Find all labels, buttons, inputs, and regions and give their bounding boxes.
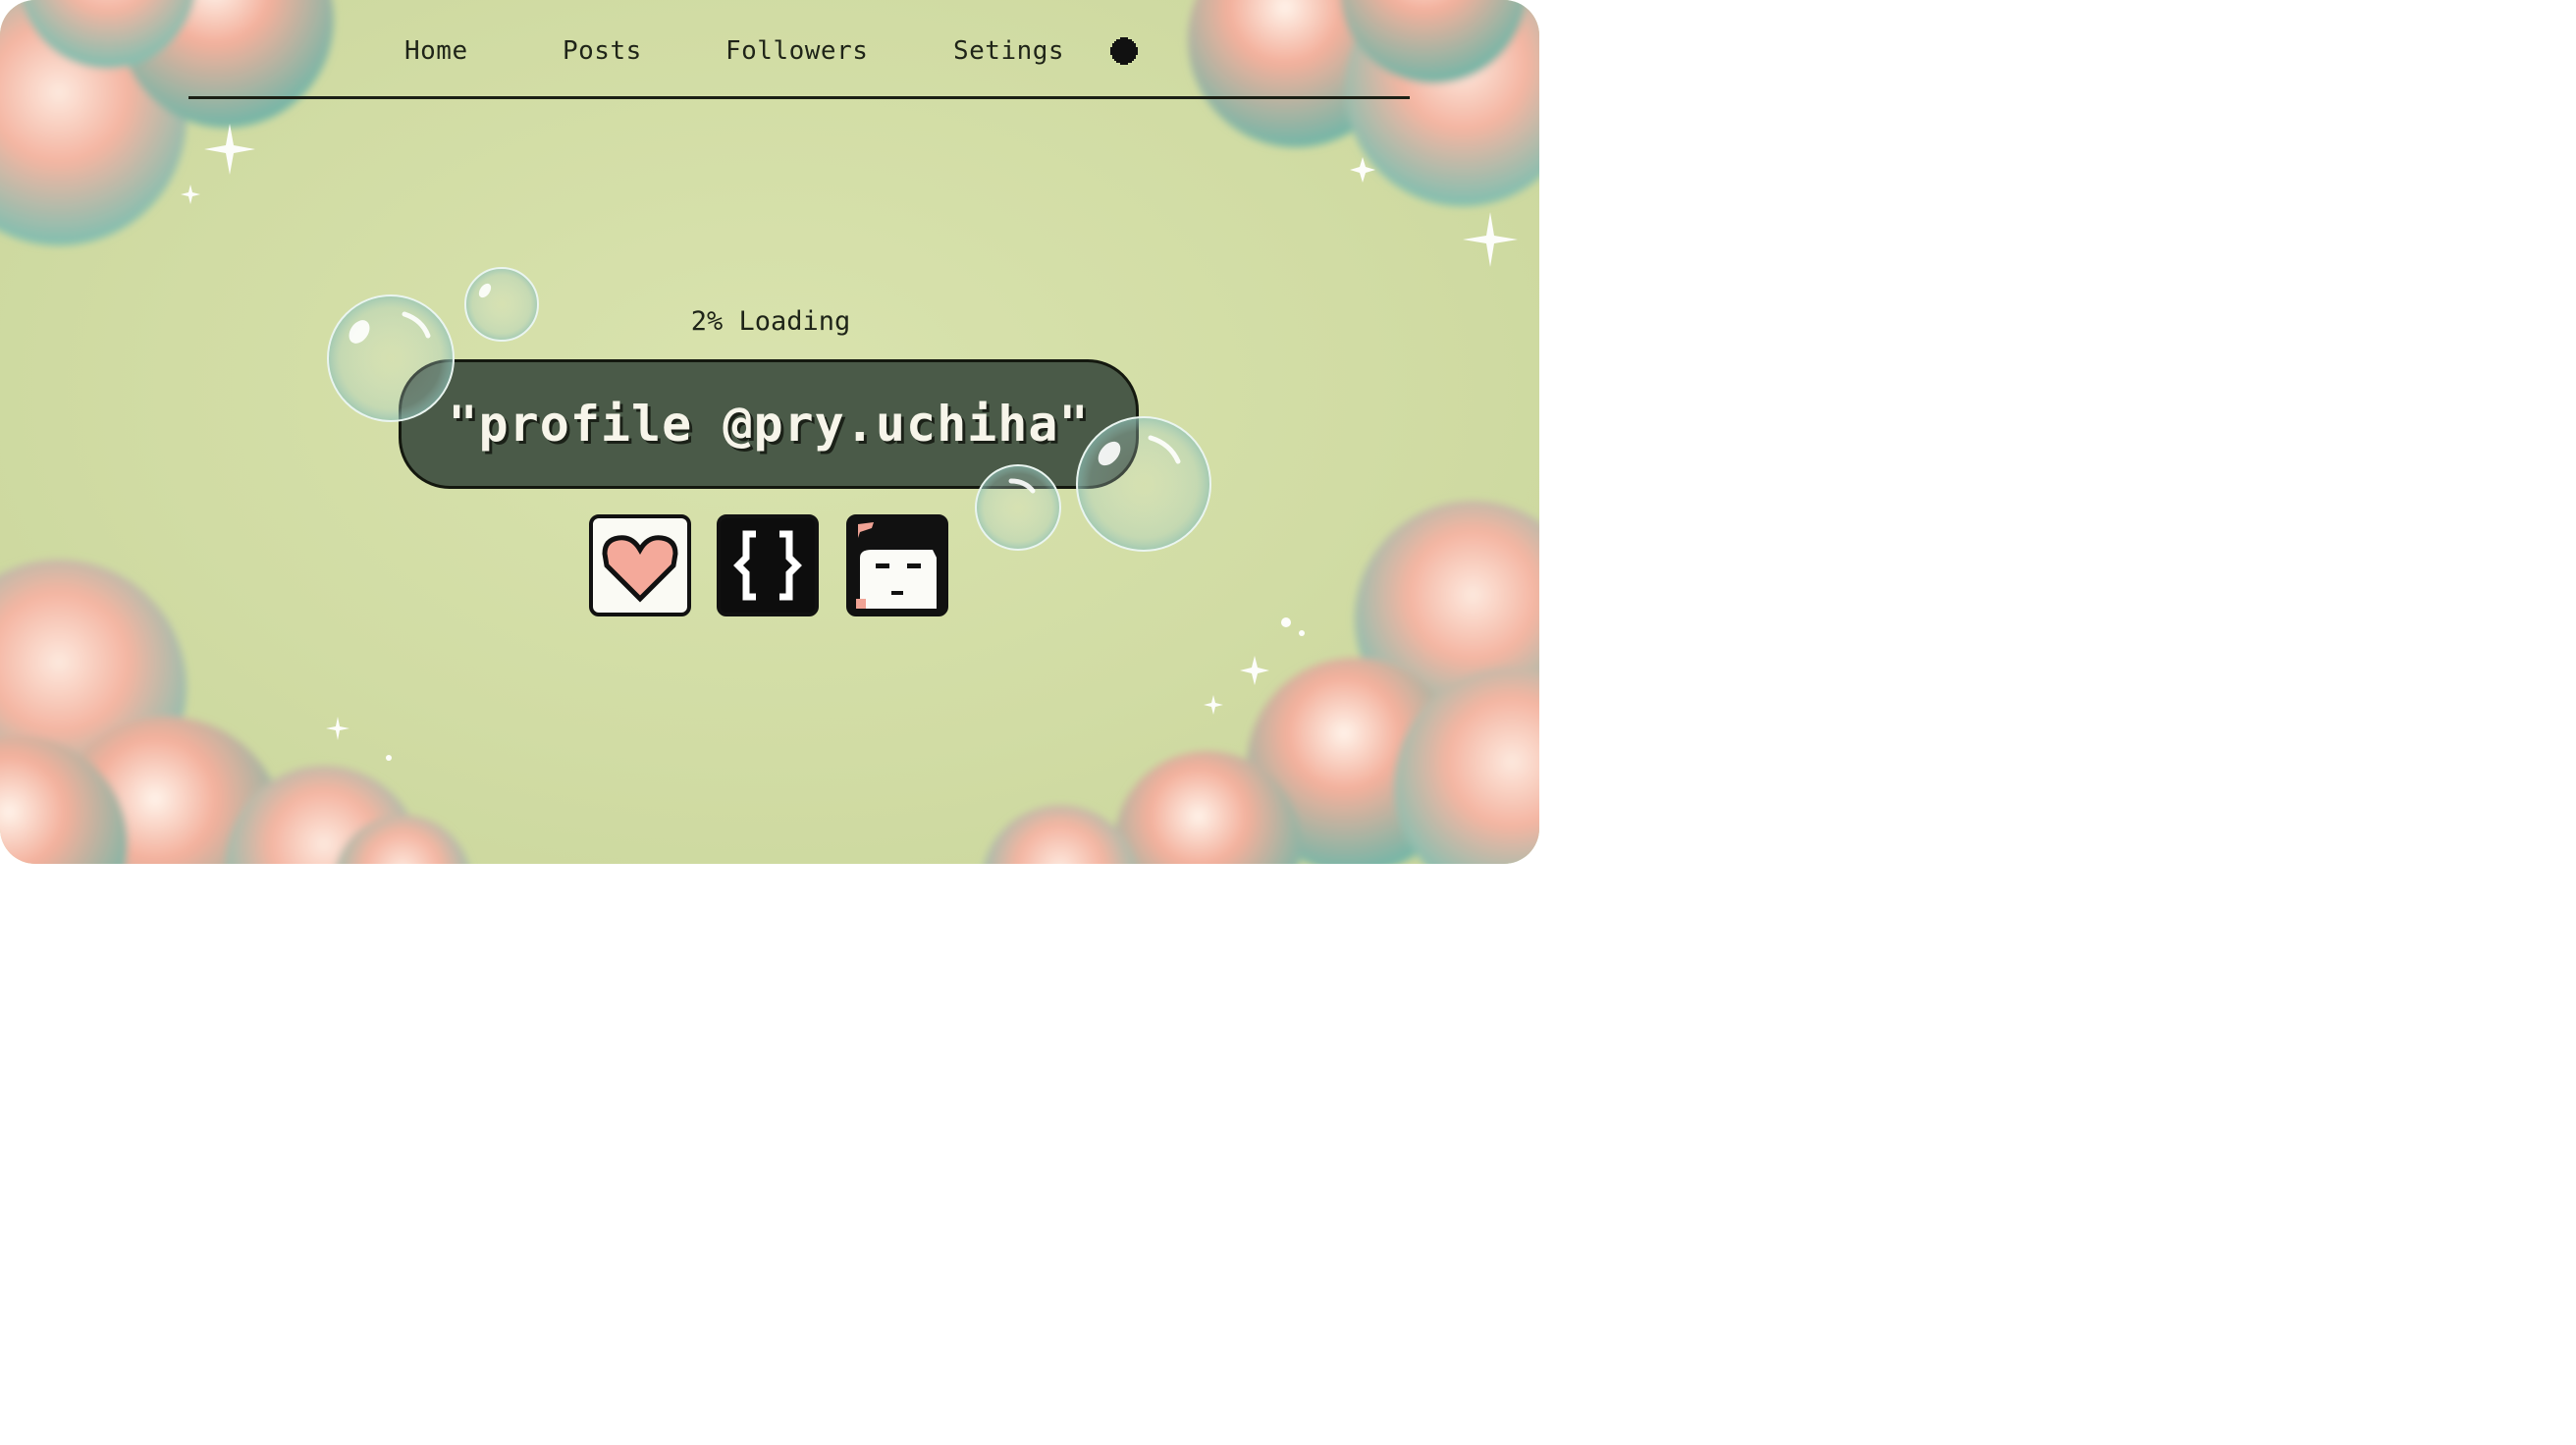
nav-posts[interactable]: Posts <box>563 33 642 69</box>
nav-settings[interactable]: Setings <box>953 33 1064 69</box>
gear-icon[interactable] <box>1110 37 1138 65</box>
top-nav: Home Posts Followers Setings <box>0 0 1539 99</box>
code-braces-icon <box>733 530 802 601</box>
app-window: Home Posts Followers Setings 2% Loading … <box>0 0 1539 864</box>
nav-home[interactable]: Home <box>404 33 468 69</box>
heart-icon <box>602 535 678 603</box>
code-button[interactable] <box>717 514 819 616</box>
nav-divider <box>188 96 1410 99</box>
avatar-button[interactable] <box>846 514 948 616</box>
loading-status: 2% Loading <box>690 306 851 337</box>
avatar-icon <box>850 518 944 613</box>
heart-button[interactable] <box>589 514 691 616</box>
command-pill: "profile @pry.uchiha" <box>399 359 1139 489</box>
nav-followers[interactable]: Followers <box>725 33 868 69</box>
command-text: "profile @pry.uchiha" <box>448 396 1090 453</box>
